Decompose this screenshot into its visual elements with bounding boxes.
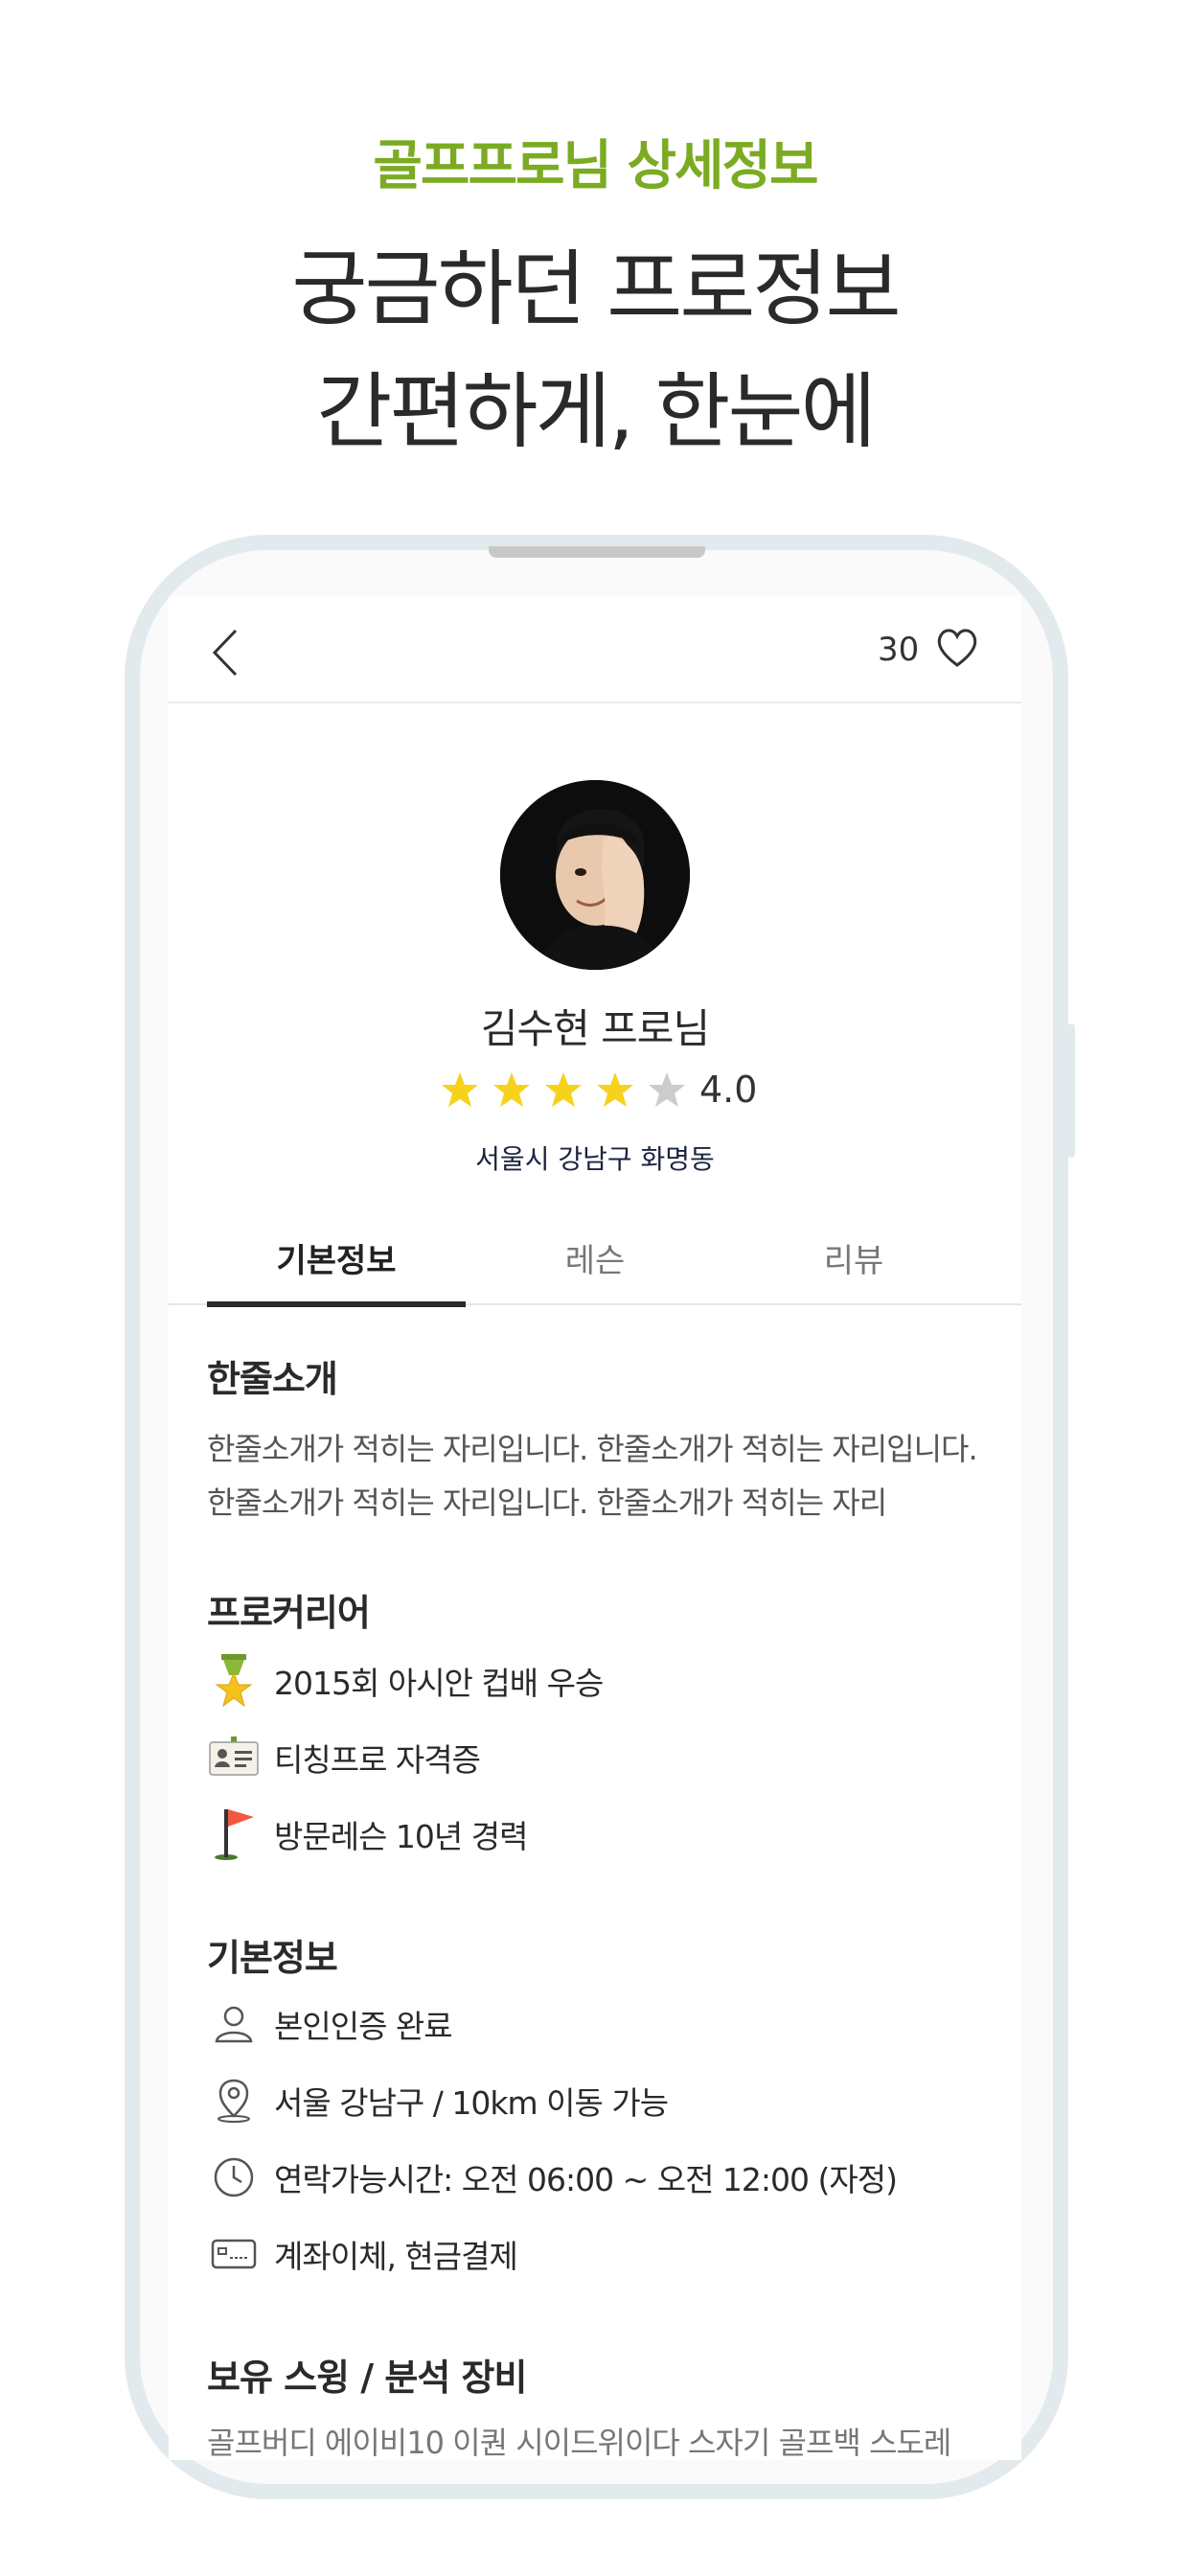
career-item: 2015회 아시안 컵배 우승	[207, 1652, 604, 1710]
star-icon	[545, 1072, 582, 1107]
top-bar: 30	[169, 596, 1021, 703]
career-item: 티칭프로 자격증	[207, 1729, 481, 1786]
equipment-title: 보유 스윙 / 분석 장비	[207, 2357, 527, 2399]
id-card-icon	[207, 1731, 261, 1784]
location-pin-icon	[207, 2074, 261, 2128]
tab-bar: 기본정보 레슨 리뷰	[169, 1223, 1021, 1305]
back-arrow-icon[interactable]	[207, 627, 245, 678]
star-icon	[597, 1072, 633, 1107]
star-empty-icon	[649, 1072, 685, 1107]
pro-location: 서울시 강남구 화명동	[475, 1143, 715, 1175]
info-item: 서울 강남구 / 10km 이동 가능	[207, 2072, 669, 2129]
intro-text: 한줄소개가 적히는 자리입니다. 한줄소개가 적히는 자리입니다. 한줄소개가 …	[207, 1431, 978, 1521]
avatar	[500, 780, 690, 970]
career-item-text: 방문레슨 10년 경력	[274, 1818, 528, 1855]
pro-name: 김수현 프로님	[480, 1005, 710, 1052]
avatar-photo	[500, 780, 690, 970]
promo-subtitle: 골프프로님 상세정보	[373, 135, 818, 197]
info-item: 계좌이체, 현금결제	[207, 2225, 518, 2283]
career-item-text: 2015회 아시안 컵배 우승	[274, 1665, 604, 1702]
basic-info-title: 기본정보	[207, 1937, 338, 1979]
card-icon	[207, 2227, 261, 2281]
golf-flag-icon	[207, 1807, 261, 1861]
info-item-text: 서울 강남구 / 10km 이동 가능	[274, 2084, 669, 2122]
intro-title: 한줄소개	[207, 1358, 338, 1400]
like-count: 30	[878, 631, 920, 669]
phone-notch	[489, 546, 705, 558]
star-icon	[442, 1072, 478, 1107]
info-item-text: 본인인증 완료	[274, 2008, 453, 2045]
tab-review[interactable]: 리뷰	[724, 1223, 983, 1305]
medal-icon	[207, 1654, 261, 1708]
info-item: 연락가능시간: 오전 06:00 ~ 오전 12:00 (자정)	[207, 2149, 898, 2206]
star-icon	[493, 1072, 530, 1107]
info-item-text: 계좌이체, 현금결제	[274, 2238, 518, 2275]
promo-title: 궁금하던 프로정보 간편하게, 한눈에	[0, 228, 1190, 473]
promo-title-line2: 간편하게, 한눈에	[316, 364, 877, 460]
tab-active-indicator	[207, 1301, 466, 1307]
equipment-text: 골프버디 에이비10 이퀀 시이드위이다 스자기 골프백 스도레	[207, 2425, 951, 2460]
promo-title-line1: 궁금하던 프로정보	[291, 242, 901, 337]
clock-icon	[207, 2150, 261, 2204]
career-item: 방문레슨 10년 경력	[207, 1806, 528, 1863]
phone-side-button	[1067, 1024, 1075, 1158]
tab-basic-info[interactable]: 기본정보	[207, 1223, 466, 1305]
rating-row: 4.0	[441, 1066, 757, 1114]
info-item-text: 연락가능시간: 오전 06:00 ~ 오전 12:00 (자정)	[274, 2161, 898, 2198]
career-item-text: 티칭프로 자격증	[274, 1741, 481, 1779]
heart-icon[interactable]	[935, 627, 979, 669]
tab-lesson[interactable]: 레슨	[466, 1223, 724, 1305]
person-icon	[207, 1997, 261, 2051]
info-item: 본인인증 완료	[207, 1995, 453, 2053]
rating-value: 4.0	[699, 1069, 758, 1111]
career-title: 프로커리어	[207, 1592, 371, 1634]
app-screen: 30 김수현 프로님 4.0 서울시 강남구 화명동 기본정보 레슨 리뷰 한줄	[169, 596, 1021, 2460]
